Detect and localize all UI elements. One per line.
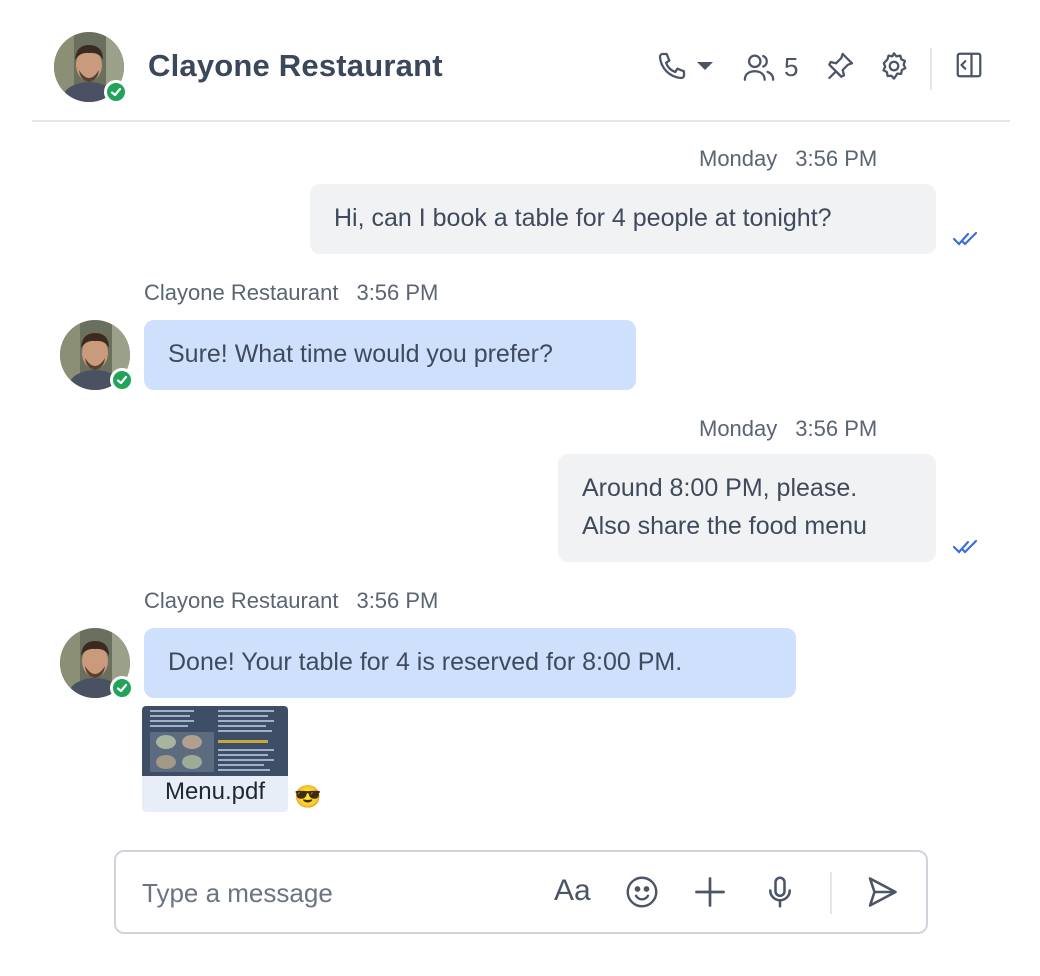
users-icon xyxy=(743,54,775,81)
message-input[interactable] xyxy=(142,874,522,912)
sender-name: Clayone Restaurant xyxy=(144,280,339,305)
message-meta: Monday 3:56 PM xyxy=(699,416,877,442)
incoming-message-bubble[interactable]: Sure! What time would you prefer? xyxy=(144,320,636,390)
message-day: Monday xyxy=(699,146,778,171)
settings-button[interactable] xyxy=(878,50,910,82)
message-time: 3:56 PM xyxy=(356,588,439,613)
online-status-badge xyxy=(110,676,134,700)
message-time: 3:56 PM xyxy=(356,280,439,305)
message-time: 3:56 PM xyxy=(795,146,878,171)
outgoing-message-bubble[interactable]: Around 8:00 PM, please. Also share the f… xyxy=(558,454,936,562)
toggle-sidebar-button[interactable] xyxy=(954,50,984,80)
chat-header: Clayone Restaurant 5 xyxy=(32,22,1010,122)
composer-divider xyxy=(830,872,832,914)
phone-icon xyxy=(658,52,686,80)
message-text: Done! Your table for 4 is reserved for 8… xyxy=(168,648,683,676)
emoji-reaction[interactable]: 😎 xyxy=(294,784,321,810)
participants-count: 5 xyxy=(784,51,799,82)
sidebar-toggle-icon xyxy=(956,52,982,78)
message-text-line: Around 8:00 PM, please. xyxy=(582,474,858,502)
message-text: Sure! What time would you prefer? xyxy=(168,340,553,368)
avatar[interactable] xyxy=(54,32,128,104)
message-text-line: Also share the food menu xyxy=(582,512,867,540)
message-meta: Monday 3:56 PM xyxy=(699,146,877,172)
file-attachment[interactable]: Menu.pdf xyxy=(142,706,288,812)
message-time: 3:56 PM xyxy=(795,416,878,441)
pin-icon xyxy=(828,52,854,80)
avatar[interactable] xyxy=(60,320,134,392)
online-status-badge xyxy=(110,368,134,392)
message-meta: Clayone Restaurant 3:56 PM xyxy=(144,588,438,614)
plus-icon[interactable] xyxy=(692,874,728,910)
send-icon[interactable] xyxy=(864,874,900,910)
header-divider xyxy=(930,48,932,90)
chat-title: Clayone Restaurant xyxy=(148,48,443,83)
double-check-icon xyxy=(952,231,978,246)
message-day: Monday xyxy=(699,416,778,441)
file-name: Menu.pdf xyxy=(164,778,266,805)
pdf-thumbnail xyxy=(142,706,288,776)
participants-button[interactable]: 5 xyxy=(742,50,798,84)
outgoing-message-bubble[interactable]: Hi, can I book a table for 4 people at t… xyxy=(310,184,936,254)
gear-icon xyxy=(882,52,907,80)
smiley-icon[interactable] xyxy=(624,874,660,910)
message-composer: Aa xyxy=(114,850,928,934)
incoming-message-bubble[interactable]: Done! Your table for 4 is reserved for 8… xyxy=(144,628,796,698)
pin-button[interactable] xyxy=(824,50,856,82)
microphone-icon[interactable] xyxy=(762,874,798,910)
message-text: Hi, can I book a table for 4 people at t… xyxy=(334,204,832,232)
call-button[interactable] xyxy=(656,50,714,82)
message-meta: Clayone Restaurant 3:56 PM xyxy=(144,280,438,306)
online-status-badge xyxy=(104,80,128,104)
text-format-icon: Aa xyxy=(554,874,591,907)
avatar[interactable] xyxy=(60,628,134,700)
double-check-icon xyxy=(952,539,978,554)
sender-name: Clayone Restaurant xyxy=(144,588,339,613)
chevron-down-icon xyxy=(697,62,713,70)
text-format-button[interactable]: Aa xyxy=(554,874,591,908)
